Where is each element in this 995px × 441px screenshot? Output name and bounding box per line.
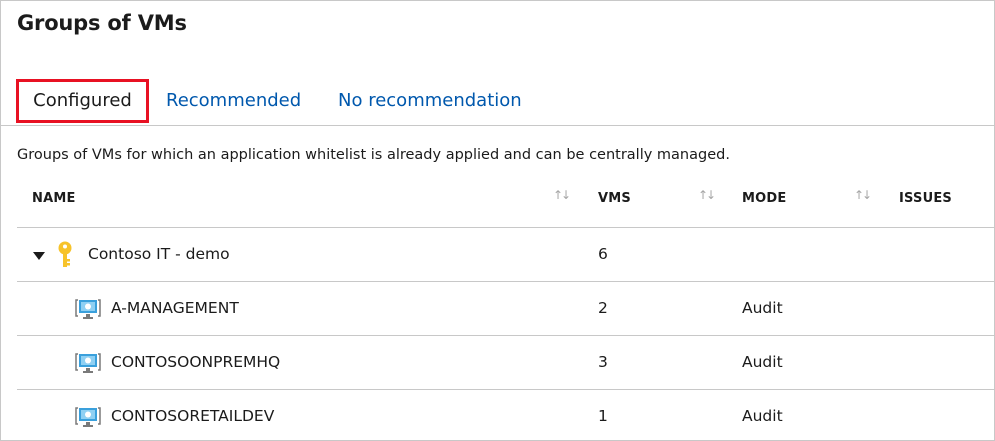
vm-group-name[interactable]: CONTOSORETAILDEV bbox=[111, 407, 274, 425]
vm-icon bbox=[75, 299, 101, 319]
vm-icon bbox=[75, 407, 101, 427]
sort-mode-icon[interactable]: ↑↓ bbox=[854, 188, 872, 202]
group-name[interactable]: Contoso IT - demo bbox=[88, 245, 230, 263]
column-header-issues[interactable]: ISSUES bbox=[899, 191, 952, 206]
table-row[interactable]: CONTOSORETAILDEV 1 Audit bbox=[17, 390, 994, 440]
column-header-name[interactable]: NAME bbox=[32, 191, 76, 206]
group-vms-count: 6 bbox=[598, 245, 608, 263]
vm-mode: Audit bbox=[742, 299, 783, 317]
tab-configured[interactable]: Configured bbox=[16, 79, 149, 123]
groups-of-vms-panel: Groups of VMs Configured Recommended No … bbox=[0, 0, 995, 441]
column-header-mode[interactable]: MODE bbox=[742, 191, 786, 206]
tab-recommended[interactable]: Recommended bbox=[166, 79, 301, 123]
tab-no-recommendation[interactable]: No recommendation bbox=[338, 79, 522, 123]
vm-icon bbox=[75, 353, 101, 373]
tab-description: Groups of VMs for which an application w… bbox=[17, 147, 730, 163]
vm-mode: Audit bbox=[742, 407, 783, 425]
column-header-vms[interactable]: VMS bbox=[598, 191, 631, 206]
page-title: Groups of VMs bbox=[17, 11, 187, 35]
vm-mode: Audit bbox=[742, 353, 783, 371]
table-header: NAME ↑↓ VMS ↑↓ MODE ↑↓ ISSUES bbox=[17, 175, 994, 228]
vm-group-name[interactable]: A-MANAGEMENT bbox=[111, 299, 239, 317]
sort-name-icon[interactable]: ↑↓ bbox=[553, 188, 571, 202]
group-row[interactable]: Contoso IT - demo 6 bbox=[17, 228, 994, 282]
tabs-divider bbox=[1, 125, 994, 126]
collapse-caret-icon[interactable] bbox=[33, 252, 45, 260]
vm-group-name[interactable]: CONTOSOONPREMHQ bbox=[111, 353, 280, 371]
key-icon bbox=[58, 241, 72, 267]
table-row[interactable]: A-MANAGEMENT 2 Audit bbox=[17, 282, 994, 336]
table-row[interactable]: CONTOSOONPREMHQ 3 Audit bbox=[17, 336, 994, 390]
vm-count: 1 bbox=[598, 407, 608, 425]
sort-vms-icon[interactable]: ↑↓ bbox=[698, 188, 716, 202]
vm-count: 3 bbox=[598, 353, 608, 371]
vm-count: 2 bbox=[598, 299, 608, 317]
